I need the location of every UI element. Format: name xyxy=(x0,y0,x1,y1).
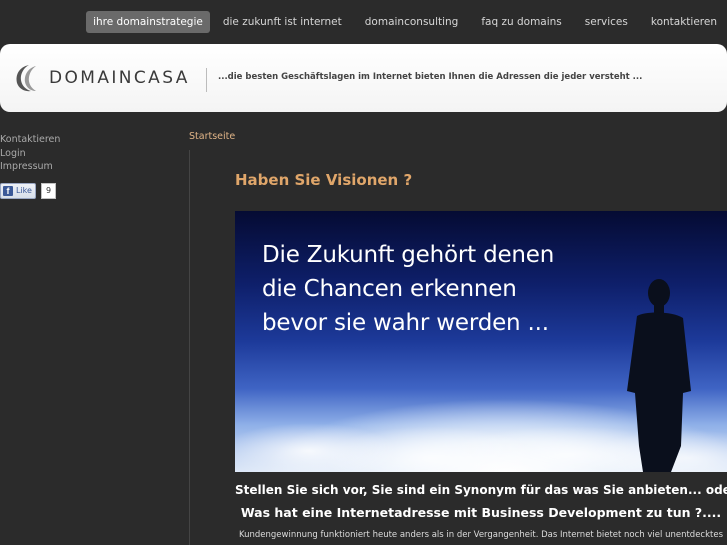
hero-line-2: die Chancen erkennen xyxy=(262,276,517,302)
breadcrumb[interactable]: Startseite xyxy=(189,131,235,142)
header-divider xyxy=(206,68,207,92)
body-text: Kundengewinnung funktioniert heute ander… xyxy=(238,530,724,540)
page-title: Haben Sie Visionen ? xyxy=(235,171,413,189)
nav-item-domainconsulting[interactable]: domainconsulting xyxy=(355,11,469,33)
sidebar-link-login[interactable]: Login xyxy=(0,147,150,161)
sidebar-link-kontaktieren[interactable]: Kontaktieren xyxy=(0,133,150,147)
logo[interactable]: DOMAINCASA xyxy=(14,63,194,93)
subheading-2: Was hat eine Internetadresse mit Busines… xyxy=(240,505,722,520)
like-label: Like xyxy=(16,186,32,195)
nav-item-zukunft[interactable]: die zukunft ist internet xyxy=(213,11,352,33)
sidebar-link-impressum[interactable]: Impressum xyxy=(0,160,150,174)
header-banner: DOMAINCASA ...die besten Geschäftslagen … xyxy=(0,44,727,112)
subheading-1: Stellen Sie sich vor, Sie sind ein Synon… xyxy=(235,483,727,497)
tagline: ...die besten Geschäftslagen im Internet… xyxy=(218,72,643,82)
facebook-icon: f xyxy=(3,185,13,196)
sidebar: Kontaktieren Login Impressum f Like 9 xyxy=(0,133,150,199)
top-navigation: ihre domainstrategie die zukunft ist int… xyxy=(83,11,727,33)
logo-text: DOMAINCASA xyxy=(49,68,190,88)
nav-item-kontaktieren[interactable]: kontaktieren xyxy=(641,11,727,33)
like-count: 9 xyxy=(40,182,57,199)
nav-item-domainstrategie[interactable]: ihre domainstrategie xyxy=(86,11,210,33)
facebook-like-widget: f Like 9 xyxy=(0,182,150,199)
nav-item-services[interactable]: services xyxy=(575,11,638,33)
nav-item-faq[interactable]: faq zu domains xyxy=(471,11,571,33)
content-divider xyxy=(189,150,190,545)
hero-line-1: Die Zukunft gehört denen xyxy=(262,242,555,268)
facebook-like-button[interactable]: f Like xyxy=(0,182,36,199)
hero-image: Die Zukunft gehört denen die Chancen erk… xyxy=(235,211,727,472)
hero-line-3: bevor sie wahr werden ... xyxy=(262,310,549,336)
businessman-silhouette-icon xyxy=(627,279,691,472)
logo-mark-icon xyxy=(16,65,36,92)
